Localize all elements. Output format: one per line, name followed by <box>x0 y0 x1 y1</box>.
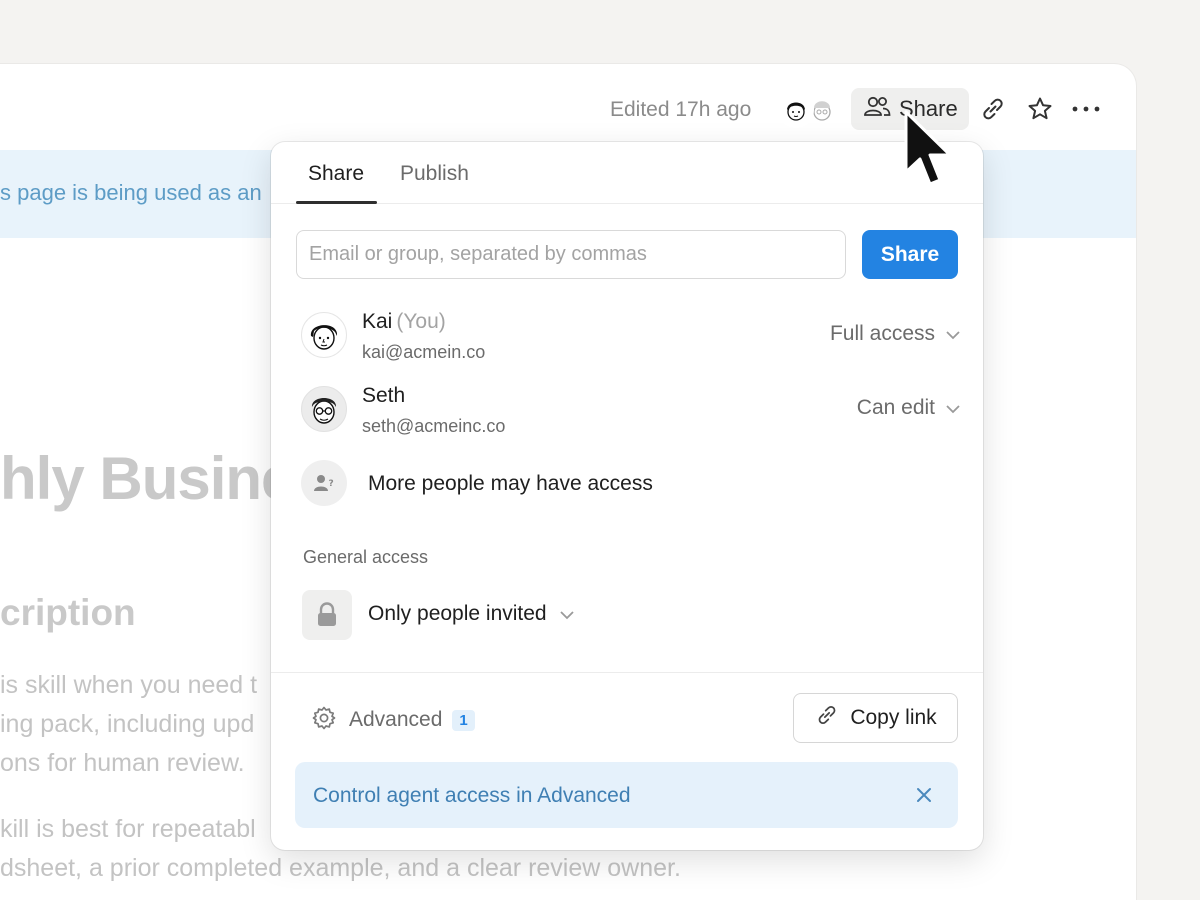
person-row-kai: Kai (You) kai@acmein.co Full access <box>301 308 961 368</box>
more-people-text: More people may have access <box>368 472 653 495</box>
paragraph-line: is skill when you need t <box>0 671 258 699</box>
person-row-seth: Seth seth@acmeinc.co Can edit <box>301 382 961 442</box>
person-question-icon: ? <box>301 460 347 506</box>
permission-dropdown-seth[interactable]: Can edit <box>857 396 961 420</box>
svg-text:?: ? <box>329 479 334 489</box>
close-icon[interactable] <box>912 783 936 807</box>
paragraph-line: dsheet, a prior completed example, and a… <box>0 854 681 882</box>
tab-share[interactable]: Share <box>308 162 364 186</box>
general-access-dropdown[interactable]: Only people invited <box>302 590 642 642</box>
person-name-text: Kai <box>362 310 393 333</box>
share-top-label: Share <box>899 96 958 121</box>
page-paragraph: is skill when you need t ing pack, inclu… <box>0 666 257 783</box>
avatar <box>301 386 347 432</box>
popover-tabs: Share Publish <box>271 142 983 204</box>
agent-access-notice: Control agent access in Advanced <box>295 762 958 828</box>
person-name-text: Seth <box>362 384 406 407</box>
more-horizontal-icon[interactable] <box>1071 94 1101 124</box>
advanced-label: Advanced <box>349 708 443 731</box>
link-icon <box>814 702 840 734</box>
chevron-down-icon <box>945 322 961 346</box>
more-people-row[interactable]: ? More people may have access <box>301 460 941 508</box>
collaborator-avatars[interactable] <box>778 92 842 128</box>
advanced-count-badge: 1 <box>452 709 475 731</box>
chevron-down-icon <box>945 396 961 420</box>
notice-text[interactable]: Control agent access in Advanced <box>313 784 631 808</box>
gear-icon <box>311 705 337 736</box>
general-access-label: General access <box>303 547 429 567</box>
paragraph-line: ons for human review. <box>0 749 245 777</box>
avatar <box>301 312 347 358</box>
share-top-button[interactable]: Share <box>851 88 969 130</box>
banner-text: s page is being used as an <box>0 180 262 205</box>
general-access-value: Only people invited <box>368 602 575 626</box>
general-access-value-text: Only people invited <box>368 602 547 625</box>
paragraph-line: ing pack, including upd <box>0 710 255 738</box>
link-icon[interactable] <box>978 94 1008 124</box>
copy-link-label: Copy link <box>850 706 937 729</box>
permission-label: Can edit <box>856 396 935 419</box>
edited-timestamp: Edited 17h ago <box>610 98 752 121</box>
page-topbar: Edited 17h ago Share <box>0 64 1136 150</box>
chevron-down-icon <box>559 602 575 626</box>
permission-dropdown-kai[interactable]: Full access <box>830 322 961 346</box>
person-name: Seth <box>362 384 405 408</box>
person-email: seth@acmeinc.co <box>362 416 506 436</box>
share-button[interactable]: Share <box>862 230 958 279</box>
tab-publish[interactable]: Publish <box>400 162 469 186</box>
lock-icon <box>302 590 352 640</box>
divider <box>271 672 983 673</box>
avatar <box>778 92 814 128</box>
share-popover: Share Publish Share Kai(You) kai@acmein.… <box>271 142 983 850</box>
email-input[interactable] <box>296 230 846 279</box>
people-icon <box>863 94 891 124</box>
person-name: Kai (You) <box>362 310 446 334</box>
copy-link-button[interactable]: Copy link <box>793 693 958 743</box>
active-tab-indicator <box>296 201 377 204</box>
you-label: (You) <box>396 310 446 333</box>
person-email: kai@acmein.co <box>362 342 486 362</box>
page-title: hly Busine <box>0 445 294 512</box>
star-icon[interactable] <box>1025 94 1055 124</box>
page-heading: cription <box>0 592 136 633</box>
permission-label: Full access <box>829 322 935 345</box>
advanced-button[interactable]: Advanced 1 <box>311 704 475 736</box>
